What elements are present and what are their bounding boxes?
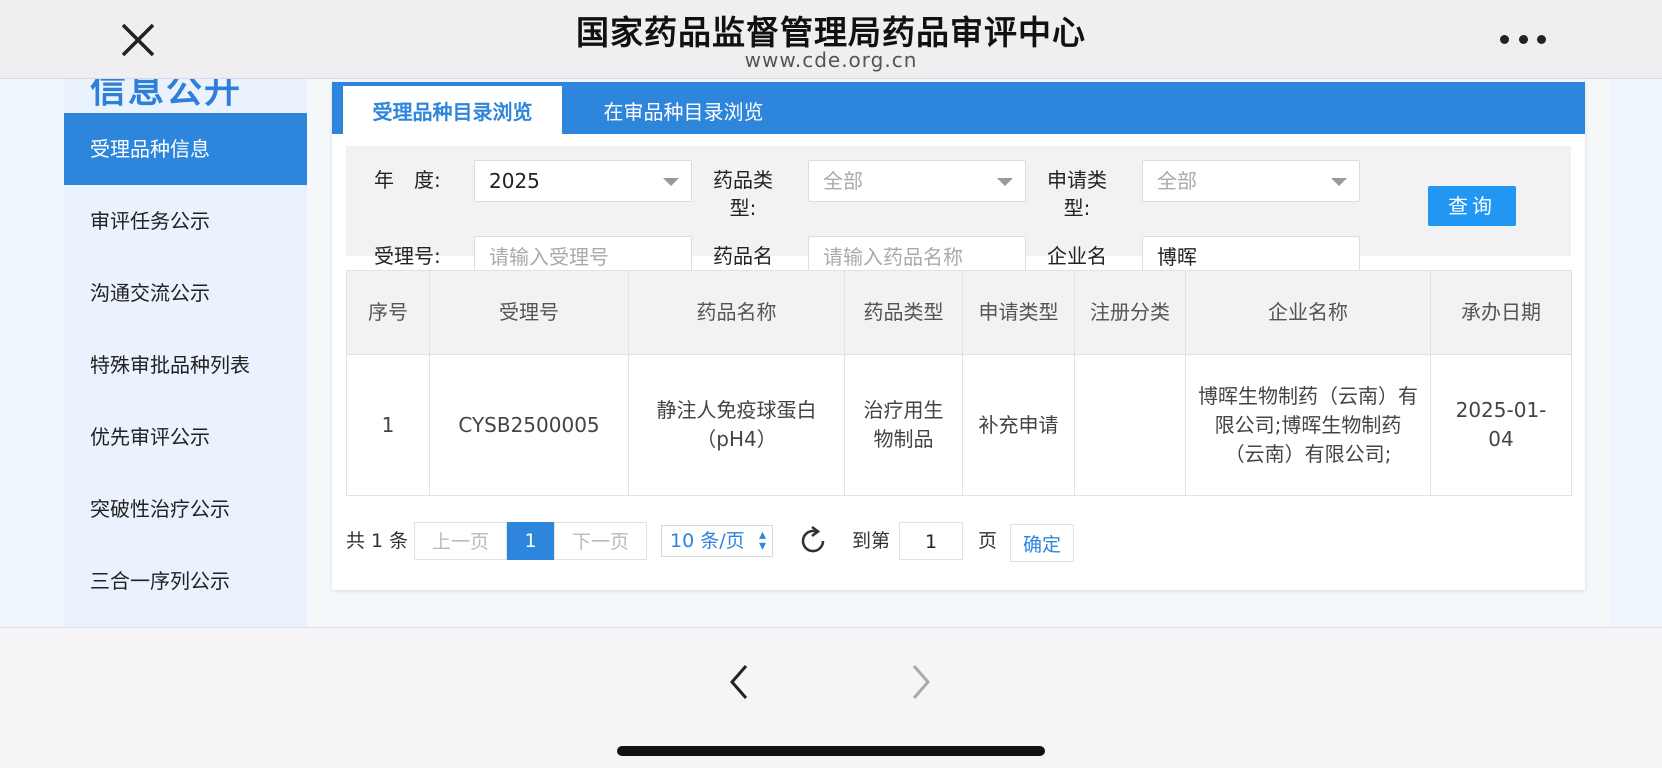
header-company-name: 企业名称 [1185, 270, 1431, 355]
back-arrow-icon[interactable] [724, 662, 754, 702]
goto-confirm-button[interactable]: 确定 [1010, 524, 1074, 562]
chevron-down-icon [1331, 178, 1347, 186]
header-drug-type: 药品类型 [844, 270, 963, 355]
site-title: 国家药品监督管理局药品审评中心 [576, 13, 1086, 52]
table-header-row: 序号 受理号 药品名称 药品类型 申请类型 注册分类 企业名称 承办日期 [346, 270, 1572, 355]
refresh-icon[interactable] [798, 525, 828, 556]
cell-undertake-date: 2025-01-04 [1430, 354, 1572, 496]
header-registration-category: 注册分类 [1074, 270, 1186, 355]
header-undertake-date: 承办日期 [1430, 270, 1572, 355]
sidebar-heading-wrap: 信息公开 [64, 79, 307, 113]
page-size-select[interactable]: 10 条/页 ▴ ▾ [661, 525, 773, 557]
main-card: 受理品种目录浏览 在审品种目录浏览 年 度: 2025 药品类 型: 全部 申请… [332, 82, 1585, 590]
goto-page-input[interactable]: 1 [899, 522, 963, 560]
sidebar: 信息公开 受理品种信息 审评任务公示 沟通交流公示 特殊审批品种列表 优先审评公… [64, 79, 307, 627]
cell-application-type: 补充申请 [962, 354, 1075, 496]
table-row[interactable]: 1 CYSB2500005 静注人免疫球蛋白（pH4） 治疗用生物制品 补充申请… [346, 354, 1572, 496]
drug-type-label-line2: 型: [729, 196, 757, 220]
drug-type-select[interactable]: 全部 [808, 160, 1026, 202]
header-drug-name: 药品名称 [628, 270, 845, 355]
up-down-arrow-icon: ▴ ▾ [758, 527, 766, 554]
company-name-label-line1: 企业名 [1047, 244, 1107, 268]
browser-top-bar: 国家药品监督管理局药品审评中心 www.cde.org.cn [0, 0, 1662, 79]
cell-drug-name: 静注人免疫球蛋白（pH4） [628, 354, 845, 496]
page-unit-label: 页 [978, 530, 998, 552]
header-index: 序号 [346, 270, 430, 355]
sidebar-item-communication[interactable]: 沟通交流公示 [64, 257, 307, 329]
results-table: 序号 受理号 药品名称 药品类型 申请类型 注册分类 企业名称 承办日期 1 C… [346, 270, 1572, 496]
application-type-label-line1: 申请类 [1047, 168, 1107, 192]
cell-index: 1 [346, 354, 430, 496]
drug-name-label-line1: 药品名 [713, 244, 773, 268]
cell-company-name: 博晖生物制药（云南）有限公司;博晖生物制药（云南）有限公司; [1185, 354, 1431, 496]
acceptance-number-label: 受理号: [374, 244, 441, 268]
header-acceptance-number: 受理号 [429, 270, 629, 355]
page-size-value: 10 条/页 [670, 530, 745, 552]
year-select[interactable]: 2025 [474, 160, 692, 202]
application-type-label: 申请类 型: [1046, 166, 1108, 222]
application-type-value: 全部 [1157, 169, 1197, 193]
pagination: 共 1 条 上一页 1 下一页 10 条/页 ▴ ▾ 到第 1 页 确定 [346, 522, 1571, 562]
browser-bottom-bar [0, 627, 1662, 768]
home-indicator [617, 746, 1045, 756]
cell-acceptance-number: CYSB2500005 [429, 354, 629, 496]
drug-type-label: 药品类 型: [712, 166, 774, 222]
tab-accepted-catalog[interactable]: 受理品种目录浏览 [343, 86, 562, 134]
more-options-icon[interactable] [1500, 30, 1546, 48]
prev-page-button[interactable]: 上一页 [414, 522, 507, 560]
cell-registration-category [1074, 354, 1186, 496]
sidebar-item-priority-review[interactable]: 优先审评公示 [64, 401, 307, 473]
year-label: 年 度: [374, 168, 441, 192]
site-url: www.cde.org.cn [744, 48, 918, 72]
header-application-type: 申请类型 [962, 270, 1075, 355]
sidebar-item-accepted-info[interactable]: 受理品种信息 [64, 113, 307, 185]
cell-drug-type: 治疗用生物制品 [844, 354, 963, 496]
application-type-label-line2: 型: [1063, 196, 1091, 220]
sidebar-item-breakthrough[interactable]: 突破性治疗公示 [64, 473, 307, 545]
chevron-down-icon [997, 178, 1013, 186]
sidebar-item-review-tasks[interactable]: 审评任务公示 [64, 185, 307, 257]
sidebar-heading: 信息公开 [90, 79, 243, 111]
tab-reviewing-catalog[interactable]: 在审品种目录浏览 [562, 86, 805, 134]
drug-type-label-line1: 药品类 [713, 168, 773, 192]
current-page-button[interactable]: 1 [507, 522, 554, 560]
next-page-button[interactable]: 下一页 [554, 522, 647, 560]
sidebar-item-special-approval[interactable]: 特殊审批品种列表 [64, 329, 307, 401]
query-button[interactable]: 查询 [1428, 186, 1516, 226]
forward-arrow-icon[interactable] [906, 662, 936, 702]
sidebar-item-three-in-one[interactable]: 三合一序列公示 [64, 545, 307, 617]
drug-type-value: 全部 [823, 169, 863, 193]
application-type-select[interactable]: 全部 [1142, 160, 1360, 202]
total-count: 共 1 条 [346, 530, 409, 552]
goto-label: 到第 [852, 530, 891, 552]
filter-panel: 年 度: 2025 药品类 型: 全部 申请类 型: 全部 查询 受理号: 请输… [346, 146, 1571, 296]
tab-bar: 受理品种目录浏览 在审品种目录浏览 [332, 82, 1585, 134]
year-value: 2025 [489, 169, 540, 193]
chevron-down-icon [663, 178, 679, 186]
